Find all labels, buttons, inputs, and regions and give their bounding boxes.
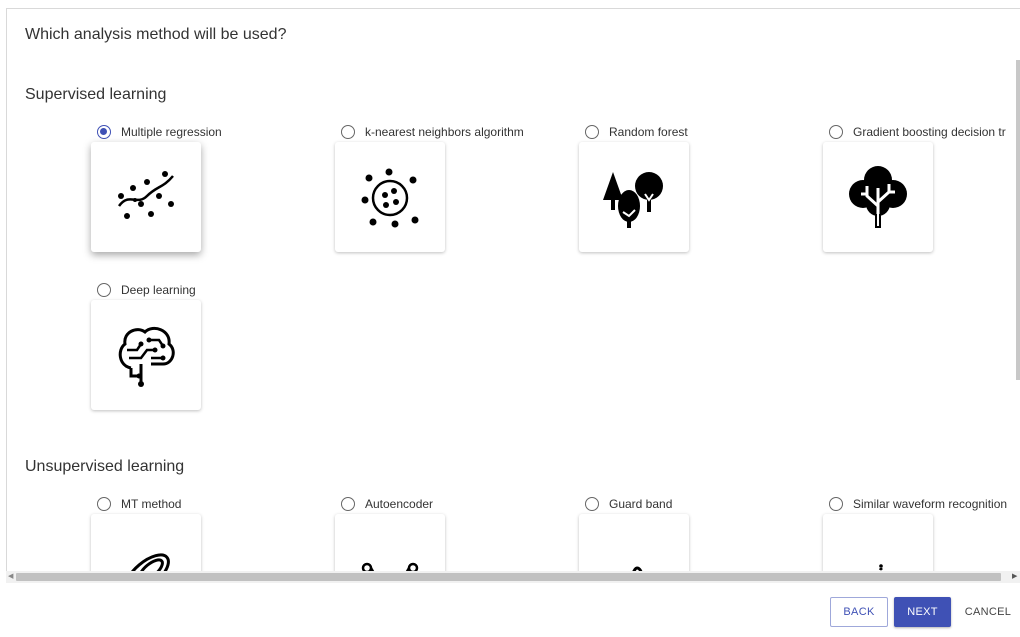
option-similar-waveform: Similar waveform recognition — [823, 495, 1020, 579]
card-similar-waveform[interactable] — [823, 514, 933, 579]
radio-button[interactable] — [585, 497, 599, 511]
option-deep-learning: Deep learning — [91, 281, 337, 411]
scroll-right-icon[interactable]: ▶ — [1012, 573, 1018, 581]
unsupervised-section-title: Unsupervised learning — [25, 458, 185, 475]
radio-button-checked[interactable] — [97, 125, 111, 139]
option-autoencoder: Autoencoder — [335, 495, 581, 579]
radio-button[interactable] — [585, 125, 599, 139]
supervised-section-title: Supervised learning — [25, 86, 167, 103]
radio-button[interactable] — [341, 125, 355, 139]
decision-tree-icon — [849, 166, 907, 228]
dialog-footer: BACK NEXT CANCEL — [6, 583, 1020, 637]
option-label: Deep learning — [121, 283, 196, 297]
radio-button[interactable] — [829, 125, 843, 139]
option-guard-band: Guard band — [579, 495, 825, 579]
analysis-method-dialog: Which analysis method will be used? Supe… — [6, 8, 1020, 637]
option-label: Gradient boosting decision tr — [853, 125, 1006, 139]
radio-button[interactable] — [341, 497, 355, 511]
horizontal-scrollbar[interactable]: ◀ ▶ — [6, 571, 1020, 583]
option-label: Guard band — [609, 497, 673, 511]
option-label: Random forest — [609, 125, 688, 139]
option-label: Similar waveform recognition — [853, 497, 1008, 511]
radio-button[interactable] — [97, 283, 111, 297]
dialog-question: Which analysis method will be used? — [25, 26, 287, 43]
radio-random-forest[interactable]: Random forest — [585, 123, 688, 141]
radio-mt-method[interactable]: MT method — [97, 495, 181, 513]
card-multiple-regression[interactable] — [91, 142, 201, 252]
card-guard-band[interactable] — [579, 514, 689, 579]
option-mt-method: MT method — [91, 495, 337, 579]
option-knn: k-nearest neighbors algorithm — [335, 123, 581, 253]
option-random-forest: Random forest — [579, 123, 825, 253]
card-deep-learning[interactable] — [91, 300, 201, 410]
radio-gradient-boosting[interactable]: Gradient boosting decision tr — [829, 123, 1006, 141]
knn-cluster-icon — [361, 168, 419, 228]
radio-autoencoder[interactable]: Autoencoder — [341, 495, 433, 513]
cancel-button[interactable]: CANCEL — [958, 597, 1018, 627]
radio-guard-band[interactable]: Guard band — [585, 495, 672, 513]
scroll-left-icon[interactable]: ◀ — [8, 573, 14, 581]
vertical-scrollbar[interactable] — [1016, 60, 1020, 380]
card-knn[interactable] — [335, 142, 445, 252]
card-random-forest[interactable] — [579, 142, 689, 252]
radio-button[interactable] — [829, 497, 843, 511]
scatter-regression-icon — [117, 171, 174, 219]
card-gradient-boosting[interactable] — [823, 142, 933, 252]
radio-knn[interactable]: k-nearest neighbors algorithm — [341, 123, 524, 141]
scrollbar-thumb[interactable] — [16, 573, 1001, 581]
back-button[interactable]: BACK — [830, 597, 888, 627]
circuit-brain-icon — [118, 327, 175, 387]
option-label: Multiple regression — [121, 125, 222, 139]
option-label: Autoencoder — [365, 497, 434, 511]
card-mt-method[interactable] — [91, 514, 201, 579]
option-gradient-boosting: Gradient boosting decision tr — [823, 123, 1020, 253]
option-multiple-regression: Multiple regression — [91, 123, 337, 253]
method-list: Supervised learning Multiple regression — [7, 69, 1020, 579]
trees-icon — [603, 172, 663, 228]
card-autoencoder[interactable] — [335, 514, 445, 579]
next-button[interactable]: NEXT — [894, 597, 951, 627]
radio-multiple-regression[interactable]: Multiple regression — [97, 123, 222, 141]
option-label: MT method — [121, 497, 182, 511]
radio-deep-learning[interactable]: Deep learning — [97, 281, 196, 299]
radio-button[interactable] — [97, 497, 111, 511]
radio-similar-waveform[interactable]: Similar waveform recognition — [829, 495, 1007, 513]
option-label: k-nearest neighbors algorithm — [365, 125, 524, 139]
